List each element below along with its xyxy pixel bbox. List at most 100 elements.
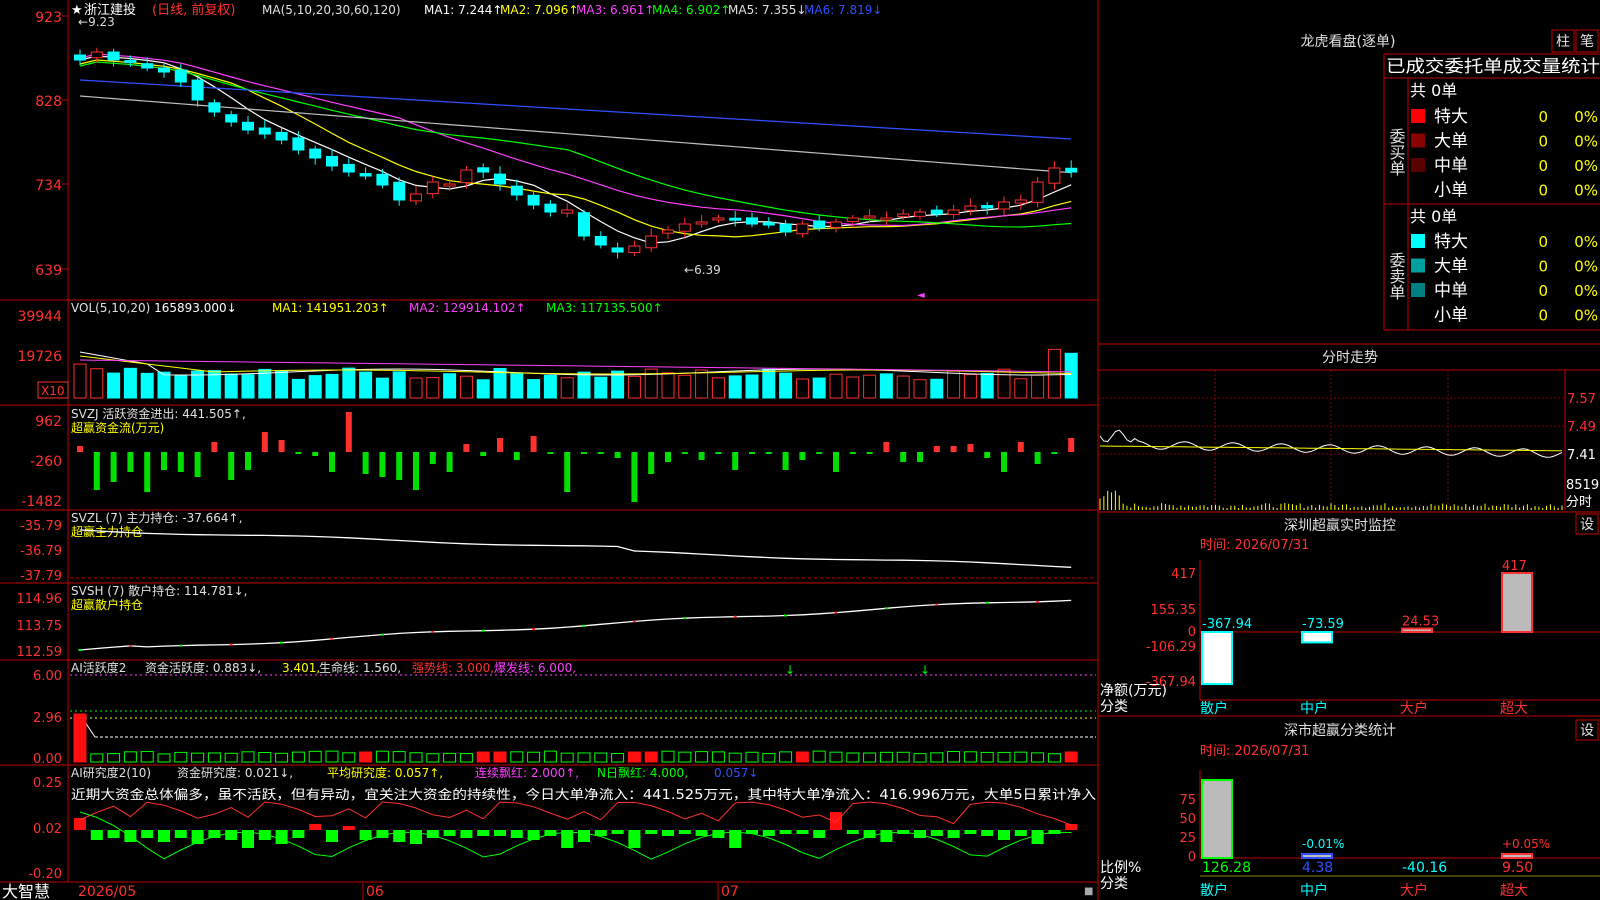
svsh-mark [935,603,939,606]
svzj-bar [329,452,335,472]
volume-panel[interactable]: VOL(5,10,20) 165893.000↓ MA1: 141951.203… [17,301,1078,399]
svsh-mark [532,628,536,631]
ai-active-bar [795,751,809,763]
ai-active-bar [846,752,860,763]
ai-active-bar [896,751,910,763]
candle-body [258,127,271,135]
ai-active-bar [543,750,557,763]
ai-active-panel[interactable]: AI活跃度2 资金活跃度: 0.883↓, 3.401,生命线: 1.560, 强势… [33,660,1096,767]
ai-active-bar [678,751,692,763]
svzj-bar [883,442,890,452]
legend-swatch [1411,158,1425,172]
buy-side-label: 委买单 [1387,128,1406,176]
ai-active-bar [392,751,406,763]
candle-body [107,51,120,61]
candle-body [897,213,910,218]
stats-value: -40.16 [1402,860,1447,876]
volume-bar [409,377,423,399]
lock-icon[interactable]: ■ [1084,886,1093,897]
dragon-tiger-title: 龙虎看盘(逐单) [1301,33,1396,50]
ai-active-bar [359,751,373,763]
candle-body [477,167,490,173]
candle-body [90,51,103,59]
ai-research-bar [813,830,826,838]
volume-bar [812,377,826,399]
svsh-panel[interactable]: SVSH (7) 散户持仓: 114.781↓, 超赢散户持仓 114.96 1… [17,583,1072,660]
ai-active-bar [812,750,826,763]
ai-research-panel[interactable]: AI研究度2(10) 资金研究度: 0.021↓, 平均研究度: 0.057↑, 连… [28,765,1096,882]
realtime-monitor-panel[interactable]: 深圳超赢实时监控 设 时间: 2026/07/31 417 155.35 0 -… [1100,513,1600,717]
legend-item: 3.401, [282,661,320,675]
svzl-panel[interactable]: SVZL (7) 主力持仓: -37.664↑, 超赢主力持仓 -35.79 -… [20,510,1096,584]
order-count: 0 [1538,157,1548,175]
stats-bar-label: +0.05% [1502,837,1550,851]
y-tick: 75 [1179,793,1196,808]
order-count: 0 [1538,282,1548,300]
ma-line [79,61,1072,228]
ai-active-bar [594,752,608,763]
svzj-bar [866,452,873,454]
candle-body [594,236,607,246]
y-tick: 0.25 [33,776,62,791]
stats-category: 散户 [1200,882,1228,899]
volume-bar [930,378,944,399]
legend-item: 生命线: 1.560, [319,660,401,675]
svzj-bar [1017,442,1024,452]
svzj-bar [917,452,923,462]
volume-bar [661,372,675,399]
candle-body [678,223,691,232]
svzj-bar [177,452,184,472]
tick-view-label: 笔 [1580,34,1594,50]
candle-body [628,245,641,254]
ai-active-bar [375,750,389,763]
ai-active-bar [863,752,877,763]
stats-y-label: 比例% [1100,860,1141,876]
candle-body [981,205,994,209]
volume-bar [627,375,641,399]
volume-bar [695,369,709,399]
monitor-value-label: 417 [1502,559,1527,574]
candle-body [225,114,238,123]
order-count: 0 [1538,258,1548,276]
volume-bar [174,374,188,399]
y-tick: 639 [35,263,62,279]
ai-active-bar [1014,751,1028,763]
ai-research-bar [880,830,893,842]
candle-body [1048,167,1061,184]
volume-bar [1064,352,1078,399]
volume-bar [913,379,927,399]
y-tick: 19726 [17,349,62,365]
volume-bar [762,368,776,399]
order-pct: 0% [1574,307,1598,325]
svzj-bar [379,452,386,477]
stats-bars: -0.01% +0.05% [1201,779,1550,859]
legend-item: 强势线: 3.000, [412,661,494,675]
y-tick: 734 [35,178,62,194]
candle-body [141,63,154,69]
candle-body [998,201,1010,210]
candle-body [1014,199,1027,204]
ai-research-bars [74,812,1078,848]
svzj-panel[interactable]: SVZJ 活跃资金进出: 441.505↑, 超赢资金流(万元) 962 -26… [21,406,1075,510]
svsh-mark [330,637,334,640]
ai-research-bar [678,830,691,834]
svsh-mark [229,643,233,646]
candle-body [1065,167,1078,173]
main-chart[interactable]: ★ 浙江建投 (日线, 前复权) MA(5,10,20,30,60,120) MA… [35,2,1078,301]
app-brand: 大智慧 [2,882,50,900]
volume-bar [863,374,877,399]
volume-bar [73,363,87,399]
svzj-bar [77,446,83,452]
intraday-panel[interactable]: 分时走势 7.57 7.49 7.41 8519 分时 [1098,350,1600,510]
ai-active-title: AI活跃度2 [71,660,126,675]
y-tick: 25 [1179,831,1196,846]
dragon-tiger-panel[interactable]: 龙虎看盘(逐单) 柱 笔 已成交委托单成交量统计 委买单 委卖单 共 0单 共 … [1301,29,1600,331]
y-tick: 962 [35,414,62,430]
ai-active-bar [728,752,742,763]
legend-item: N日飘红: 4.000, [597,765,688,780]
svzj-bar [749,452,755,454]
svzl-line [79,529,1072,568]
y-tick: -35.79 [20,519,62,534]
class-stats-panel[interactable]: 深市超赢分类统计 设 时间: 2026/07/31 75 50 25 0 比例%… [1100,719,1600,899]
svzj-bar [362,452,369,474]
